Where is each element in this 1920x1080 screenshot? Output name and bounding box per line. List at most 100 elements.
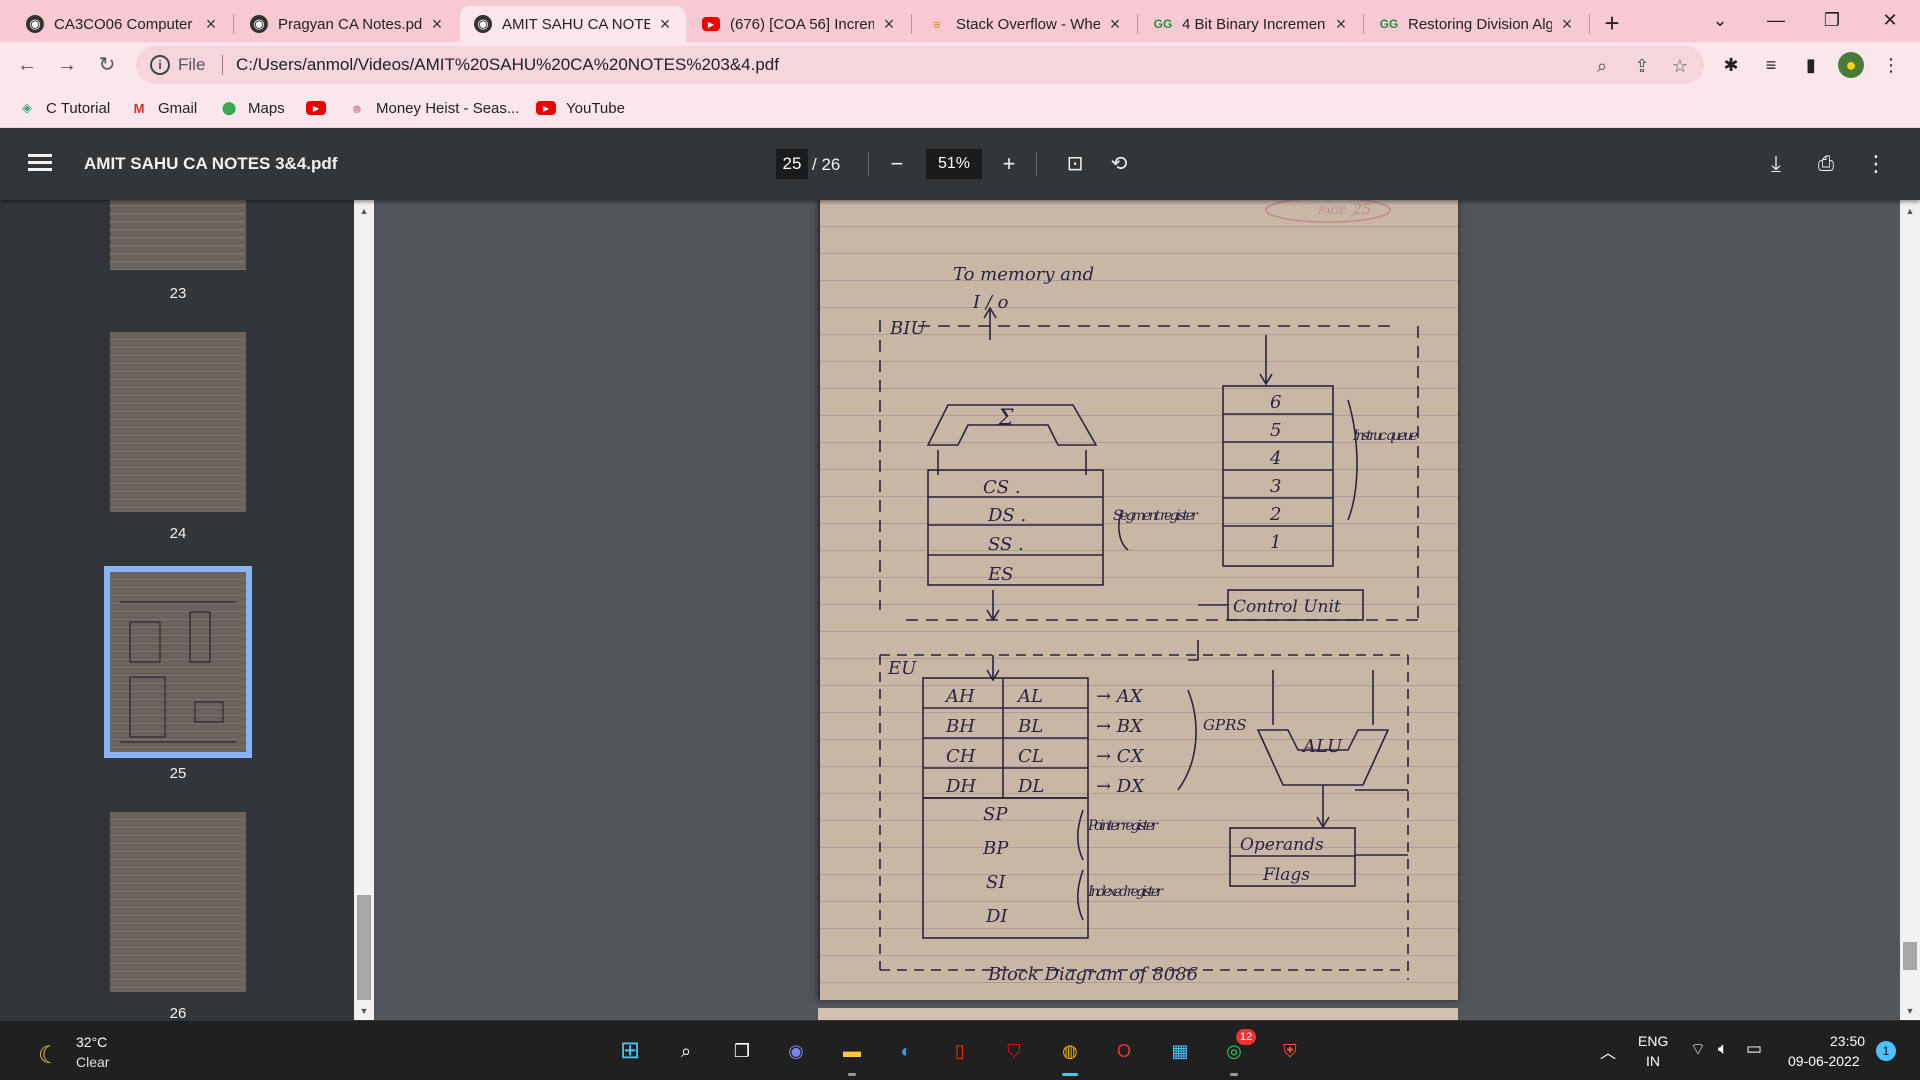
restore-button[interactable]: ❐ xyxy=(1812,4,1852,36)
pdf-viewer[interactable]: PAGE 25 To memory and I / o BIU Σ CS . D… xyxy=(374,200,1900,1020)
tab-close-icon[interactable]: × xyxy=(880,14,898,35)
forward-button[interactable]: → xyxy=(52,50,82,80)
moon-icon[interactable]: ☾ xyxy=(38,1041,60,1070)
chevron-up-icon[interactable]: ︿ xyxy=(1600,1039,1616,1063)
bookmark-star-icon[interactable]: ☆ xyxy=(1668,54,1692,78)
menu-icon[interactable] xyxy=(26,150,54,178)
reload-button[interactable]: ↻ xyxy=(92,50,122,80)
note-queue-1: 1 xyxy=(1270,532,1281,553)
address-bar[interactable]: i File C:/Users/anmol/Videos/AMIT%20SAHU… xyxy=(136,46,1704,84)
zoom-icon[interactable]: ⌕ xyxy=(1590,54,1614,78)
bookmark-money-heist[interactable]: ☻ Money Heist - Seas... xyxy=(348,96,519,120)
bookmark-youtube[interactable]: ▶ YouTube xyxy=(536,96,625,120)
tab-separator xyxy=(233,14,234,34)
share-icon[interactable]: ⇪ xyxy=(1630,54,1654,78)
bookmark-maps[interactable]: ⬤ Maps xyxy=(220,96,285,120)
tab-close-icon[interactable]: × xyxy=(1106,14,1124,35)
back-button[interactable]: ← xyxy=(12,50,42,80)
tab-binary-incrementer[interactable]: GG 4 Bit Binary Increment × xyxy=(1140,6,1362,42)
tab-youtube-coa[interactable]: ▶ (676) [COA 56] Increm × xyxy=(688,6,910,42)
clock-time[interactable]: 23:50 xyxy=(1830,1033,1865,1049)
media-control-icon[interactable]: ≡ xyxy=(1758,52,1784,78)
language-region[interactable]: IN xyxy=(1646,1053,1660,1069)
sidebar-scrollbar[interactable]: ▲ ▼ xyxy=(354,200,374,1020)
note-cs: CS . xyxy=(983,477,1021,498)
start-windows-icon[interactable]: ⊞ xyxy=(614,1035,646,1067)
tab-close-icon[interactable]: × xyxy=(656,14,674,35)
next-page-edge xyxy=(818,1008,1458,1020)
opera-icon[interactable]: O xyxy=(1108,1035,1140,1067)
bookmark-youtube-icon-only[interactable]: ▶ xyxy=(306,96,336,120)
page-total: / 26 xyxy=(812,155,841,174)
tab-stackoverflow[interactable]: ≡ Stack Overflow - Whe × xyxy=(914,6,1136,42)
mcafee-icon[interactable]: ⛉ xyxy=(998,1035,1030,1067)
thumbnail-page-25[interactable] xyxy=(104,566,252,758)
clock-date[interactable]: 09-06-2022 xyxy=(1788,1053,1860,1069)
url-text[interactable]: C:/Users/anmol/Videos/AMIT%20SAHU%20CA%2… xyxy=(236,55,779,75)
notification-badge[interactable]: 1 xyxy=(1876,1041,1896,1061)
chrome-icon[interactable]: ◍ xyxy=(1054,1035,1086,1067)
tab-close-icon[interactable]: × xyxy=(202,14,220,35)
chat-icon[interactable]: ◉ xyxy=(780,1035,812,1067)
tab-pragyan-notes[interactable]: ◉ Pragyan CA Notes.pdf × xyxy=(236,6,458,42)
viewer-scrollbar[interactable]: ▲ ▼ xyxy=(1900,200,1920,1020)
brave-icon[interactable]: ⛨ xyxy=(1274,1035,1306,1067)
scroll-up-arrow-icon[interactable]: ▲ xyxy=(358,206,370,216)
new-tab-button[interactable]: + xyxy=(1596,8,1628,40)
scroll-up-arrow-icon[interactable]: ▲ xyxy=(1904,206,1916,216)
scroll-down-arrow-icon[interactable]: ▼ xyxy=(1904,1006,1916,1016)
zoom-out-button[interactable]: − xyxy=(881,148,913,180)
volume-icon[interactable]: 🔈︎ xyxy=(1718,1039,1728,1059)
file-explorer-icon[interactable]: ▬ xyxy=(836,1035,868,1067)
weather-temperature[interactable]: 32°C xyxy=(76,1034,107,1050)
gpr-ah: AH xyxy=(944,686,975,707)
note-eu: EU xyxy=(887,658,917,679)
gpr-dl: DL xyxy=(1017,776,1044,797)
edge-icon[interactable]: ◐ xyxy=(890,1035,922,1067)
scrollbar-thumb[interactable] xyxy=(1903,942,1917,970)
side-panel-icon[interactable]: ▮ xyxy=(1798,52,1824,78)
page-number-input[interactable]: 25 xyxy=(776,149,808,179)
language-indicator[interactable]: ENG xyxy=(1638,1033,1668,1049)
site-info-icon[interactable]: i xyxy=(150,55,170,75)
tab-separator xyxy=(1137,14,1138,34)
extensions-icon[interactable]: ✱ xyxy=(1718,52,1744,78)
profile-avatar[interactable]: ● xyxy=(1838,52,1864,78)
tab-close-icon[interactable]: × xyxy=(1332,14,1350,35)
thumbnail-page-24[interactable] xyxy=(110,332,246,512)
minimize-button[interactable]: — xyxy=(1756,4,1796,36)
tab-ca3co06[interactable]: ◉ CA3CO06 Computer A × xyxy=(12,6,232,42)
whatsapp-badge: 12 xyxy=(1236,1029,1256,1045)
tab-search-button[interactable]: ⌄ xyxy=(1700,4,1740,36)
office-icon[interactable]: ▯ xyxy=(944,1035,976,1067)
bookmark-gmail[interactable]: M Gmail xyxy=(130,96,198,120)
battery-icon[interactable]: ▭ xyxy=(1746,1039,1762,1059)
bookmark-c-tutorial[interactable]: ◈ C Tutorial xyxy=(18,96,110,120)
diagram-caption: Block Diagram of 8086 xyxy=(987,964,1198,985)
more-options-icon[interactable]: ⋮ xyxy=(1860,148,1892,180)
scrollbar-thumb[interactable] xyxy=(357,895,371,1000)
close-window-button[interactable]: ✕ xyxy=(1870,4,1910,36)
tab-restoring-division[interactable]: GG Restoring Division Alg × xyxy=(1366,6,1588,42)
tab-close-icon[interactable]: × xyxy=(1558,14,1576,35)
task-view-icon[interactable]: ❐ xyxy=(726,1035,758,1067)
tab-title: AMIT SAHU CA NOTE xyxy=(502,15,650,33)
thumbnail-page-23[interactable] xyxy=(110,200,246,270)
tab-amit-sahu-notes[interactable]: ◉ AMIT SAHU CA NOTE × xyxy=(460,6,686,42)
wifi-icon[interactable]: ⌔ xyxy=(1690,1039,1706,1060)
tab-close-icon[interactable]: × xyxy=(428,14,446,35)
menu-kebab-icon[interactable]: ⋮ xyxy=(1878,52,1904,78)
microsoft-store-icon[interactable]: ▦ xyxy=(1164,1035,1196,1067)
thumbnail-page-26[interactable] xyxy=(110,812,246,992)
zoom-input[interactable]: 51% xyxy=(926,149,982,179)
print-icon[interactable]: ⎙ xyxy=(1810,148,1842,180)
rotate-icon[interactable]: ⟲ xyxy=(1103,148,1135,180)
divider xyxy=(868,152,869,176)
weather-condition[interactable]: Clear xyxy=(76,1054,109,1070)
download-icon[interactable]: ⤓ xyxy=(1760,148,1792,180)
page-stamp-number: 25 xyxy=(1352,202,1371,218)
zoom-in-button[interactable]: + xyxy=(993,148,1025,180)
search-icon[interactable]: ⌕ xyxy=(670,1035,702,1067)
fit-page-icon[interactable]: ⊡ xyxy=(1059,148,1091,180)
scroll-down-arrow-icon[interactable]: ▼ xyxy=(358,1006,370,1016)
